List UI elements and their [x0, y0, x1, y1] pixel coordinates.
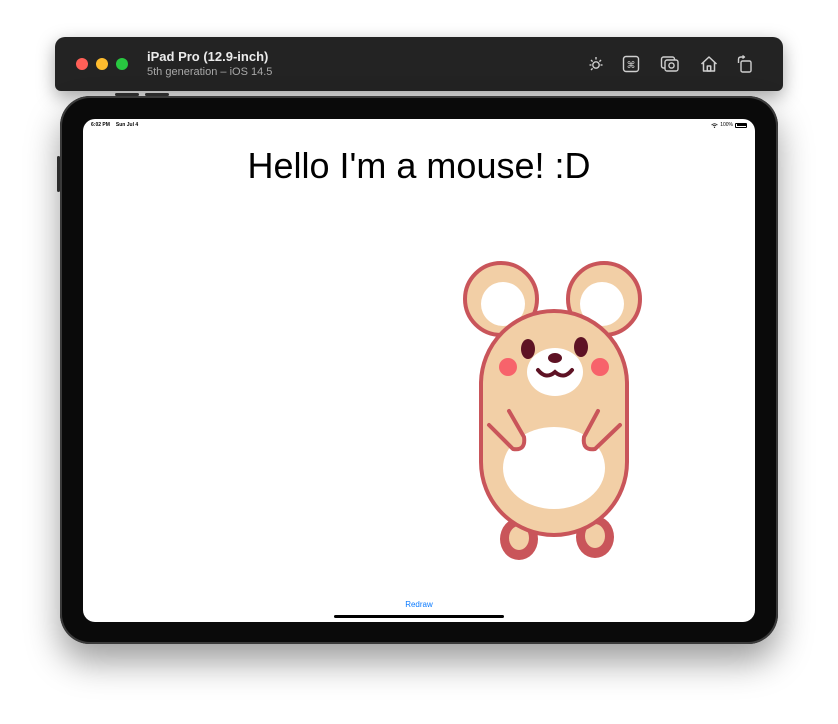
left-eye [521, 339, 535, 359]
screenshot-icon[interactable] [659, 53, 681, 75]
simulator-titlebar: iPad Pro (12.9-inch) 5th generation – iO… [55, 37, 783, 91]
right-eye [574, 337, 588, 357]
battery-icon [735, 122, 747, 128]
brightness-icon[interactable] [585, 53, 607, 75]
minimize-window-button[interactable] [96, 58, 108, 70]
status-time: 6:02 PM [91, 122, 110, 128]
simulator-window: iPad Pro (12.9-inch) 5th generation – iO… [0, 0, 838, 724]
battery-percent: 100% [720, 122, 733, 128]
home-indicator[interactable] [334, 615, 504, 618]
top-button-right [145, 93, 169, 96]
close-window-button[interactable] [76, 58, 88, 70]
right-cheek [591, 358, 609, 376]
command-icon[interactable]: ⌘ [620, 53, 642, 75]
device-name: iPad Pro (12.9-inch) [147, 49, 269, 64]
device-detail: 5th generation – iOS 14.5 [147, 66, 273, 78]
status-bar-left: 6:02 PM Sun Jul 4 [91, 122, 144, 128]
home-icon[interactable] [698, 53, 720, 75]
zoom-window-button[interactable] [116, 58, 128, 70]
wifi-icon [711, 122, 718, 128]
volume-button [57, 156, 60, 192]
mouse-nose [548, 353, 562, 363]
redraw-button[interactable]: Redraw [83, 600, 755, 609]
ipad-screen: 6:02 PM Sun Jul 4 100% Hello I'm a mouse!… [83, 119, 755, 622]
status-bar-right: 100% [711, 122, 747, 128]
rotate-icon[interactable] [734, 53, 756, 75]
mouse-illustration [463, 261, 642, 560]
status-date: Sun Jul 4 [115, 122, 139, 128]
page-title: Hello I'm a mouse! :D [247, 145, 591, 186]
top-button-left [115, 93, 139, 96]
left-cheek [499, 358, 517, 376]
svg-text:⌘: ⌘ [627, 61, 636, 71]
